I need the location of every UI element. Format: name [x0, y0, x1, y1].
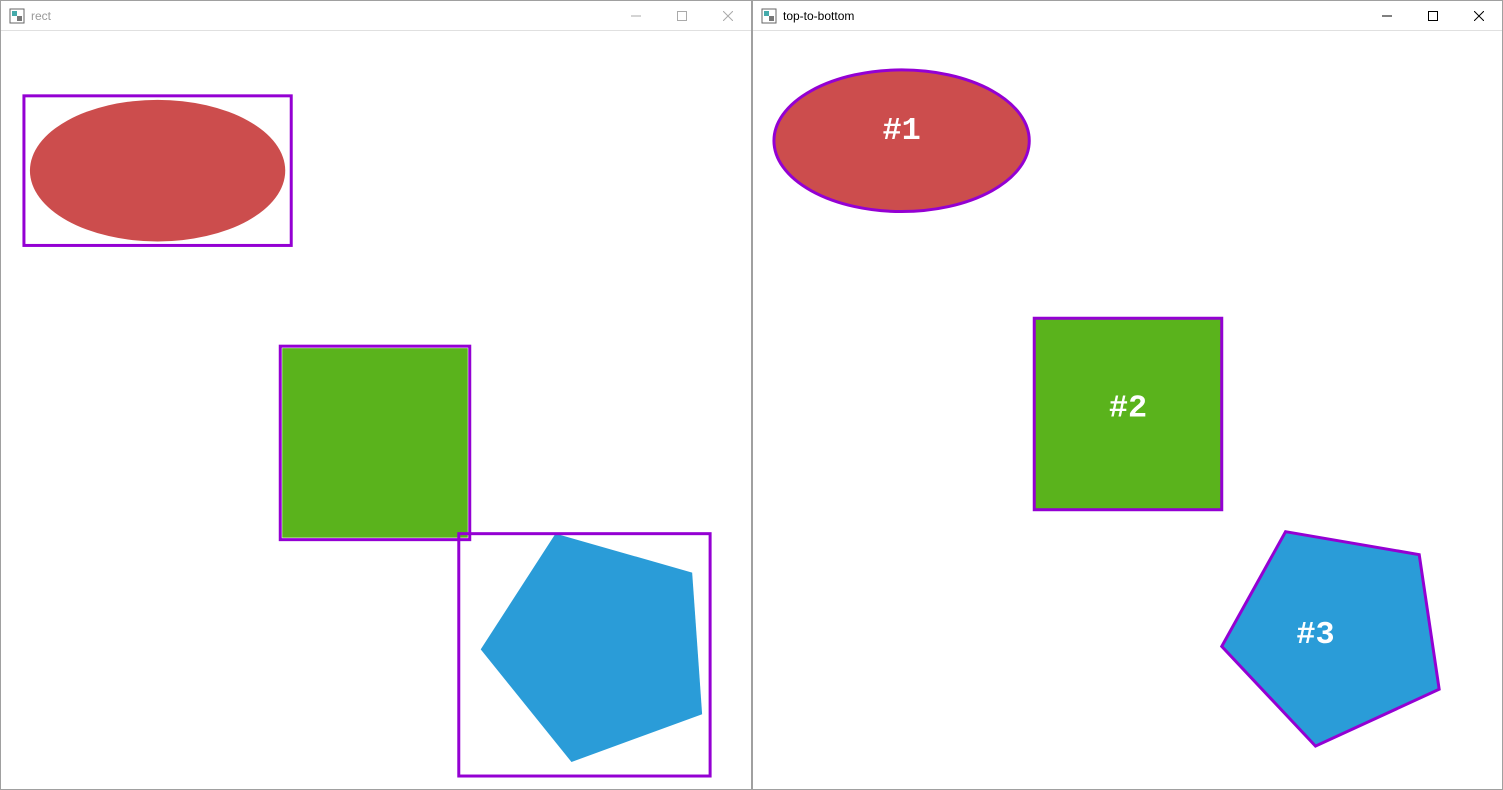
square-label: #2 — [1109, 389, 1147, 426]
window-top-to-bottom: top-to-bottom #1 #2 — [752, 0, 1503, 790]
titlebar-left[interactable]: rect — [1, 1, 751, 31]
pentagon-group — [459, 534, 710, 776]
ellipse-label: #1 — [882, 112, 920, 149]
square-group: #2 — [1034, 318, 1221, 509]
app-icon — [9, 8, 25, 24]
canvas-right: #1 #2 #3 — [753, 31, 1502, 789]
ellipse-group — [24, 96, 291, 246]
canvas-svg-right: #1 #2 #3 — [753, 31, 1502, 789]
pentagon-shape — [481, 534, 702, 762]
pentagon-group: #3 — [1222, 532, 1439, 746]
pentagon-label: #3 — [1296, 616, 1334, 653]
ellipse-shape — [30, 100, 285, 242]
window-title-right: top-to-bottom — [783, 9, 854, 23]
ellipse-group: #1 — [774, 70, 1029, 212]
minimize-button[interactable] — [613, 1, 659, 31]
minimize-button[interactable] — [1364, 1, 1410, 31]
window-rect: rect — [0, 0, 752, 790]
titlebar-right[interactable]: top-to-bottom — [753, 1, 1502, 31]
square-shape — [282, 348, 468, 537]
close-button[interactable] — [705, 1, 751, 31]
canvas-left — [1, 31, 751, 789]
app-icon — [761, 8, 777, 24]
maximize-button[interactable] — [1410, 1, 1456, 31]
maximize-button[interactable] — [659, 1, 705, 31]
canvas-svg-left — [1, 31, 751, 789]
square-group — [280, 346, 469, 539]
close-button[interactable] — [1456, 1, 1502, 31]
window-title-left: rect — [31, 9, 51, 23]
